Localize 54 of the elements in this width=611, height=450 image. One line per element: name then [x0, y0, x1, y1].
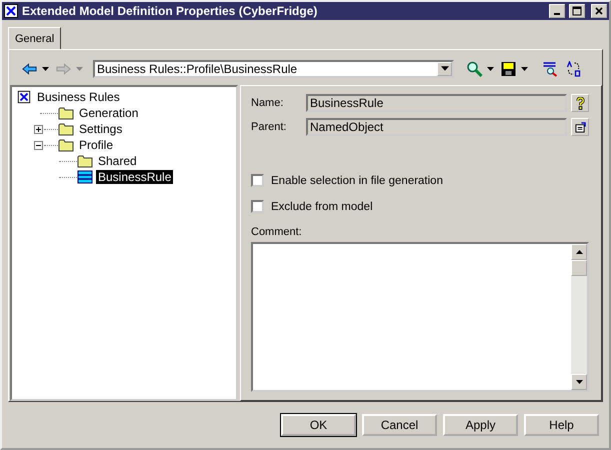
- scroll-up-icon: [576, 250, 582, 254]
- expand-icon[interactable]: [34, 124, 43, 134]
- close-button[interactable]: [591, 4, 607, 18]
- dropdown-arrow-icon: [440, 66, 448, 71]
- maximize-button[interactable]: [569, 4, 585, 18]
- tree-item[interactable]: Generation: [77, 106, 140, 120]
- comment-label: Comment:: [251, 226, 303, 238]
- caret-icon[interactable]: [521, 66, 528, 70]
- minimize-button[interactable]: [549, 4, 565, 18]
- tree-item[interactable]: Profile: [77, 138, 116, 152]
- path-combo[interactable]: Business Rules::Profile\BusinessRule: [93, 60, 454, 78]
- caret-icon[interactable]: [42, 66, 49, 70]
- search-icon[interactable]: [466, 60, 483, 76]
- dialog-button[interactable]: Help: [524, 414, 599, 436]
- window-title: Extended Model Definition Properties (CyberFridge): [22, 4, 318, 18]
- comment-field[interactable]: [251, 242, 589, 392]
- properties-button[interactable]: [571, 118, 589, 136]
- field-label: Name:: [251, 97, 284, 109]
- folder-icon: [77, 154, 93, 168]
- app-icon: [4, 4, 18, 18]
- folder-icon: [58, 138, 74, 152]
- caret-icon[interactable]: [487, 66, 494, 70]
- scrollbar[interactable]: [571, 244, 587, 390]
- text-field[interactable]: BusinessRule: [306, 94, 567, 112]
- dialog-button[interactable]: Cancel: [362, 414, 437, 436]
- folder-icon: [58, 122, 74, 136]
- tree-item[interactable]: BusinessRule: [96, 170, 174, 184]
- checkbox-label[interactable]: Exclude from model: [271, 200, 373, 212]
- minimize-icon: [554, 13, 560, 15]
- dialog-button[interactable]: Apply: [443, 414, 518, 436]
- save-icon[interactable]: [500, 60, 517, 76]
- maximize-icon: [572, 6, 582, 16]
- help-button[interactable]: [571, 94, 589, 112]
- spellcheck-icon[interactable]: [542, 60, 559, 76]
- replace-icon[interactable]: [565, 60, 582, 76]
- folder-icon: [58, 106, 74, 120]
- back-arrow-icon[interactable]: [21, 60, 38, 76]
- tree-item[interactable]: Business Rules: [35, 90, 122, 104]
- field-label: Parent:: [251, 121, 288, 133]
- dialog-button[interactable]: OK: [281, 414, 356, 436]
- checkbox[interactable]: [251, 174, 264, 187]
- properties-icon: [574, 122, 586, 132]
- text-field[interactable]: NamedObject: [306, 118, 567, 136]
- scroll-down-icon: [576, 380, 582, 384]
- close-icon: [594, 6, 604, 16]
- scroll-thumb[interactable]: [571, 260, 587, 276]
- tree-item[interactable]: Shared: [96, 154, 139, 168]
- tree-item[interactable]: Settings: [77, 122, 124, 136]
- help-icon: [576, 96, 584, 110]
- tab[interactable]: General: [8, 27, 62, 49]
- model-icon: [16, 90, 32, 104]
- collapse-icon[interactable]: [34, 140, 43, 150]
- checkbox[interactable]: [251, 200, 264, 213]
- checkbox-label[interactable]: Enable selection in file generation: [271, 174, 443, 186]
